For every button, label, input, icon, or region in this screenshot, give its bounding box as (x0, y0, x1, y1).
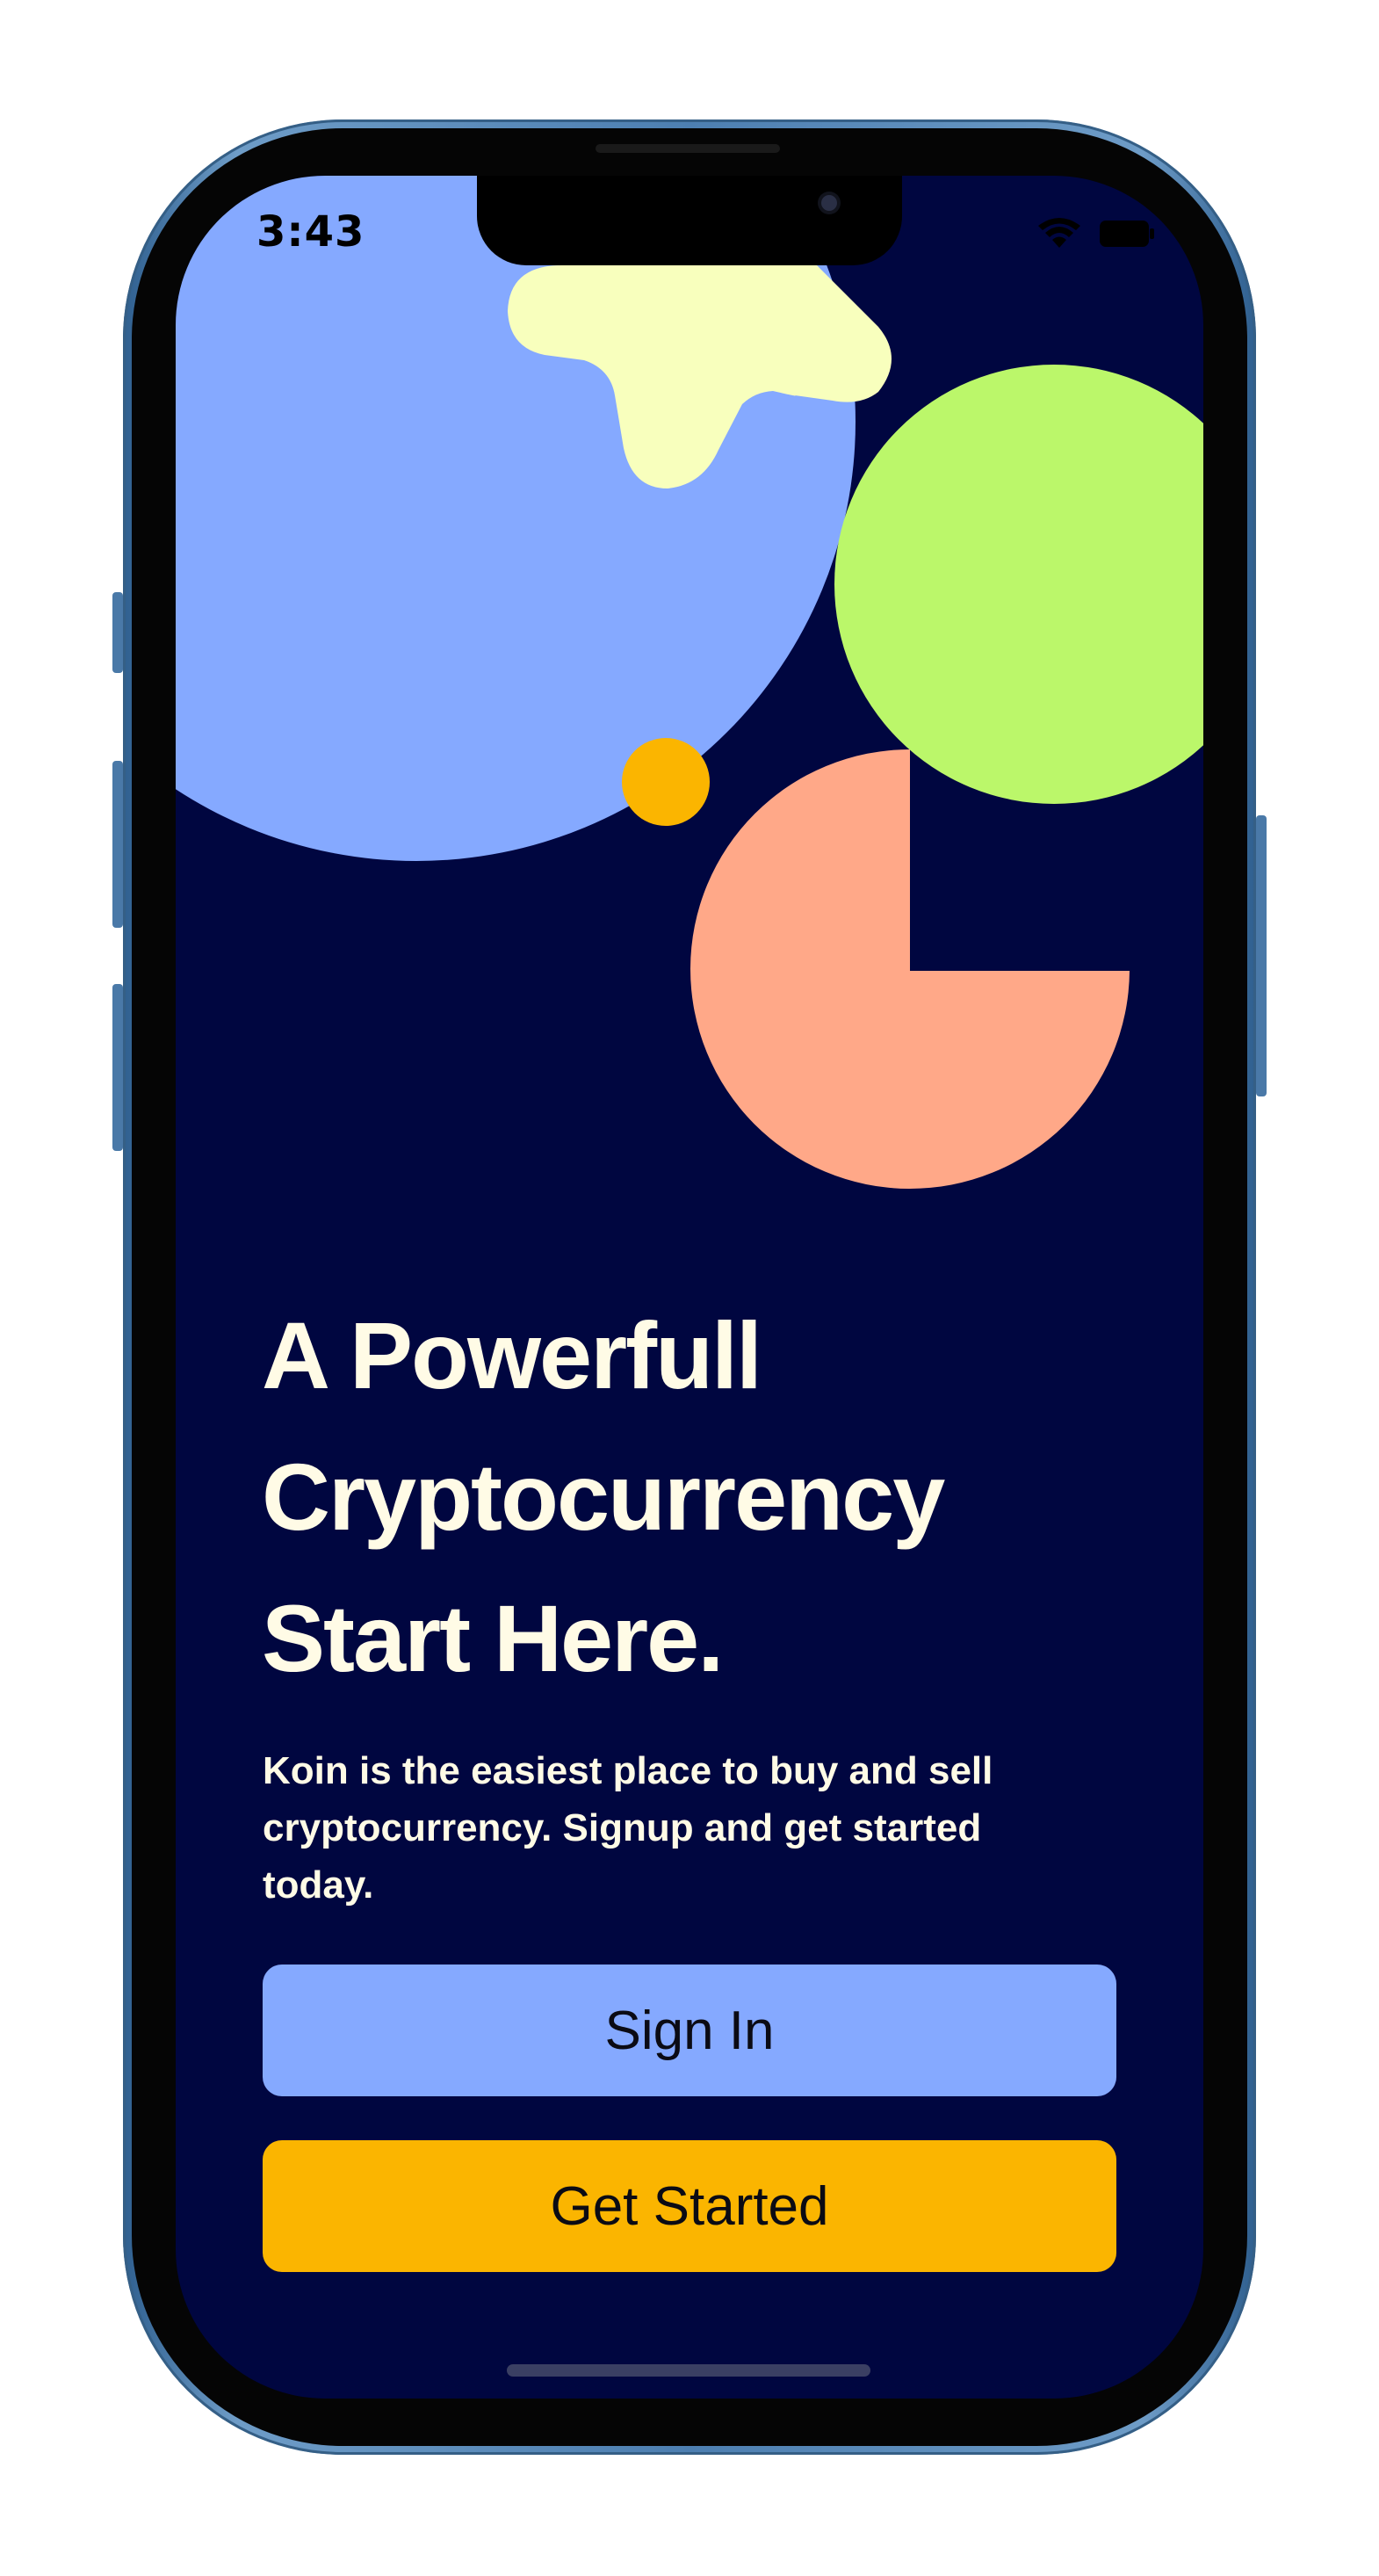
status-time: 3:43 (256, 207, 365, 257)
battery-icon (1100, 221, 1154, 247)
power-button (1256, 815, 1267, 1096)
hero-headline: A Powerfull Cryptocurrency Start Here. (262, 1284, 1123, 1709)
action-button (112, 592, 123, 673)
headline-line-2: Cryptocurrency (262, 1444, 945, 1550)
volume-down-button (112, 984, 123, 1151)
salmon-pie-shape (690, 749, 1130, 1190)
device-notch (477, 176, 902, 265)
headline-line-3: Start Here. (262, 1585, 724, 1691)
sign-in-label: Sign In (604, 2000, 775, 2061)
app-screen: 3:43 A Powerfull Cryptocurrency Start He… (176, 176, 1203, 2399)
front-camera (821, 195, 837, 211)
hero-illustration (176, 176, 1203, 1190)
get-started-label: Get Started (550, 2175, 829, 2237)
status-icons (1038, 218, 1154, 250)
headline-line-1: A Powerfull (262, 1302, 762, 1408)
lime-circle (834, 365, 1203, 804)
home-indicator[interactable] (507, 2364, 870, 2377)
sign-in-button[interactable]: Sign In (263, 1965, 1116, 2096)
orange-dot (622, 738, 710, 826)
hero-description: Koin is the easiest place to buy and sel… (263, 1749, 993, 1907)
volume-up-button (112, 761, 123, 928)
earpiece-speaker (596, 144, 780, 153)
get-started-button[interactable]: Get Started (263, 2140, 1116, 2272)
wifi-icon (1038, 218, 1080, 248)
